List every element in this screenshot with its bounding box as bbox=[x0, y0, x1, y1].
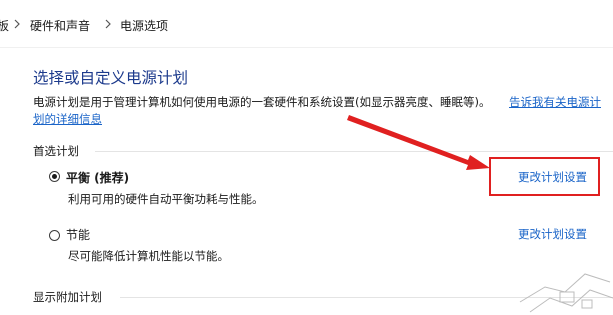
plan-description-power-saver: 尽可能降低计算机性能以节能。 bbox=[68, 249, 229, 263]
breadcrumb-divider bbox=[0, 47, 613, 48]
breadcrumb-item-power-options[interactable]: 电源选项 bbox=[120, 17, 168, 34]
learn-more-link[interactable]: 告诉我有关电源计 bbox=[509, 94, 601, 110]
section-divider bbox=[95, 151, 613, 152]
page-description: 电源计划是用于管理计算机如何使用电源的一套硬件和系统设置(如显示器亮度、睡眠等)… bbox=[33, 95, 491, 109]
page-title: 选择或自定义电源计划 bbox=[33, 69, 189, 87]
breadcrumb-item-hardware-sound[interactable]: 硬件和声音 bbox=[30, 17, 90, 34]
radio-checked-icon bbox=[52, 174, 57, 179]
breadcrumb: 板 硬件和声音 电源选项 bbox=[0, 0, 613, 40]
highlight-box bbox=[489, 157, 600, 196]
radio-power-saver[interactable] bbox=[49, 230, 60, 241]
plan-name-balanced[interactable]: 平衡 (推荐) bbox=[66, 169, 129, 186]
change-plan-settings-power-saver[interactable]: 更改计划设置 bbox=[518, 226, 587, 242]
preferred-plans-heading: 首选计划 bbox=[33, 144, 79, 158]
breadcrumb-item-control-panel[interactable]: 板 bbox=[0, 17, 9, 34]
show-additional-plans[interactable]: 显示附加计划 bbox=[33, 289, 102, 305]
plan-name-power-saver[interactable]: 节能 bbox=[66, 226, 90, 243]
chevron-right-icon bbox=[105, 19, 111, 29]
watermark-graphic bbox=[519, 273, 613, 313]
learn-more-link-continued[interactable]: 划的详细信息 bbox=[33, 111, 102, 127]
plan-description-balanced: 利用可用的硬件自动平衡功耗与性能。 bbox=[68, 192, 264, 206]
chevron-right-icon bbox=[14, 19, 20, 29]
radio-balanced[interactable] bbox=[49, 171, 60, 182]
